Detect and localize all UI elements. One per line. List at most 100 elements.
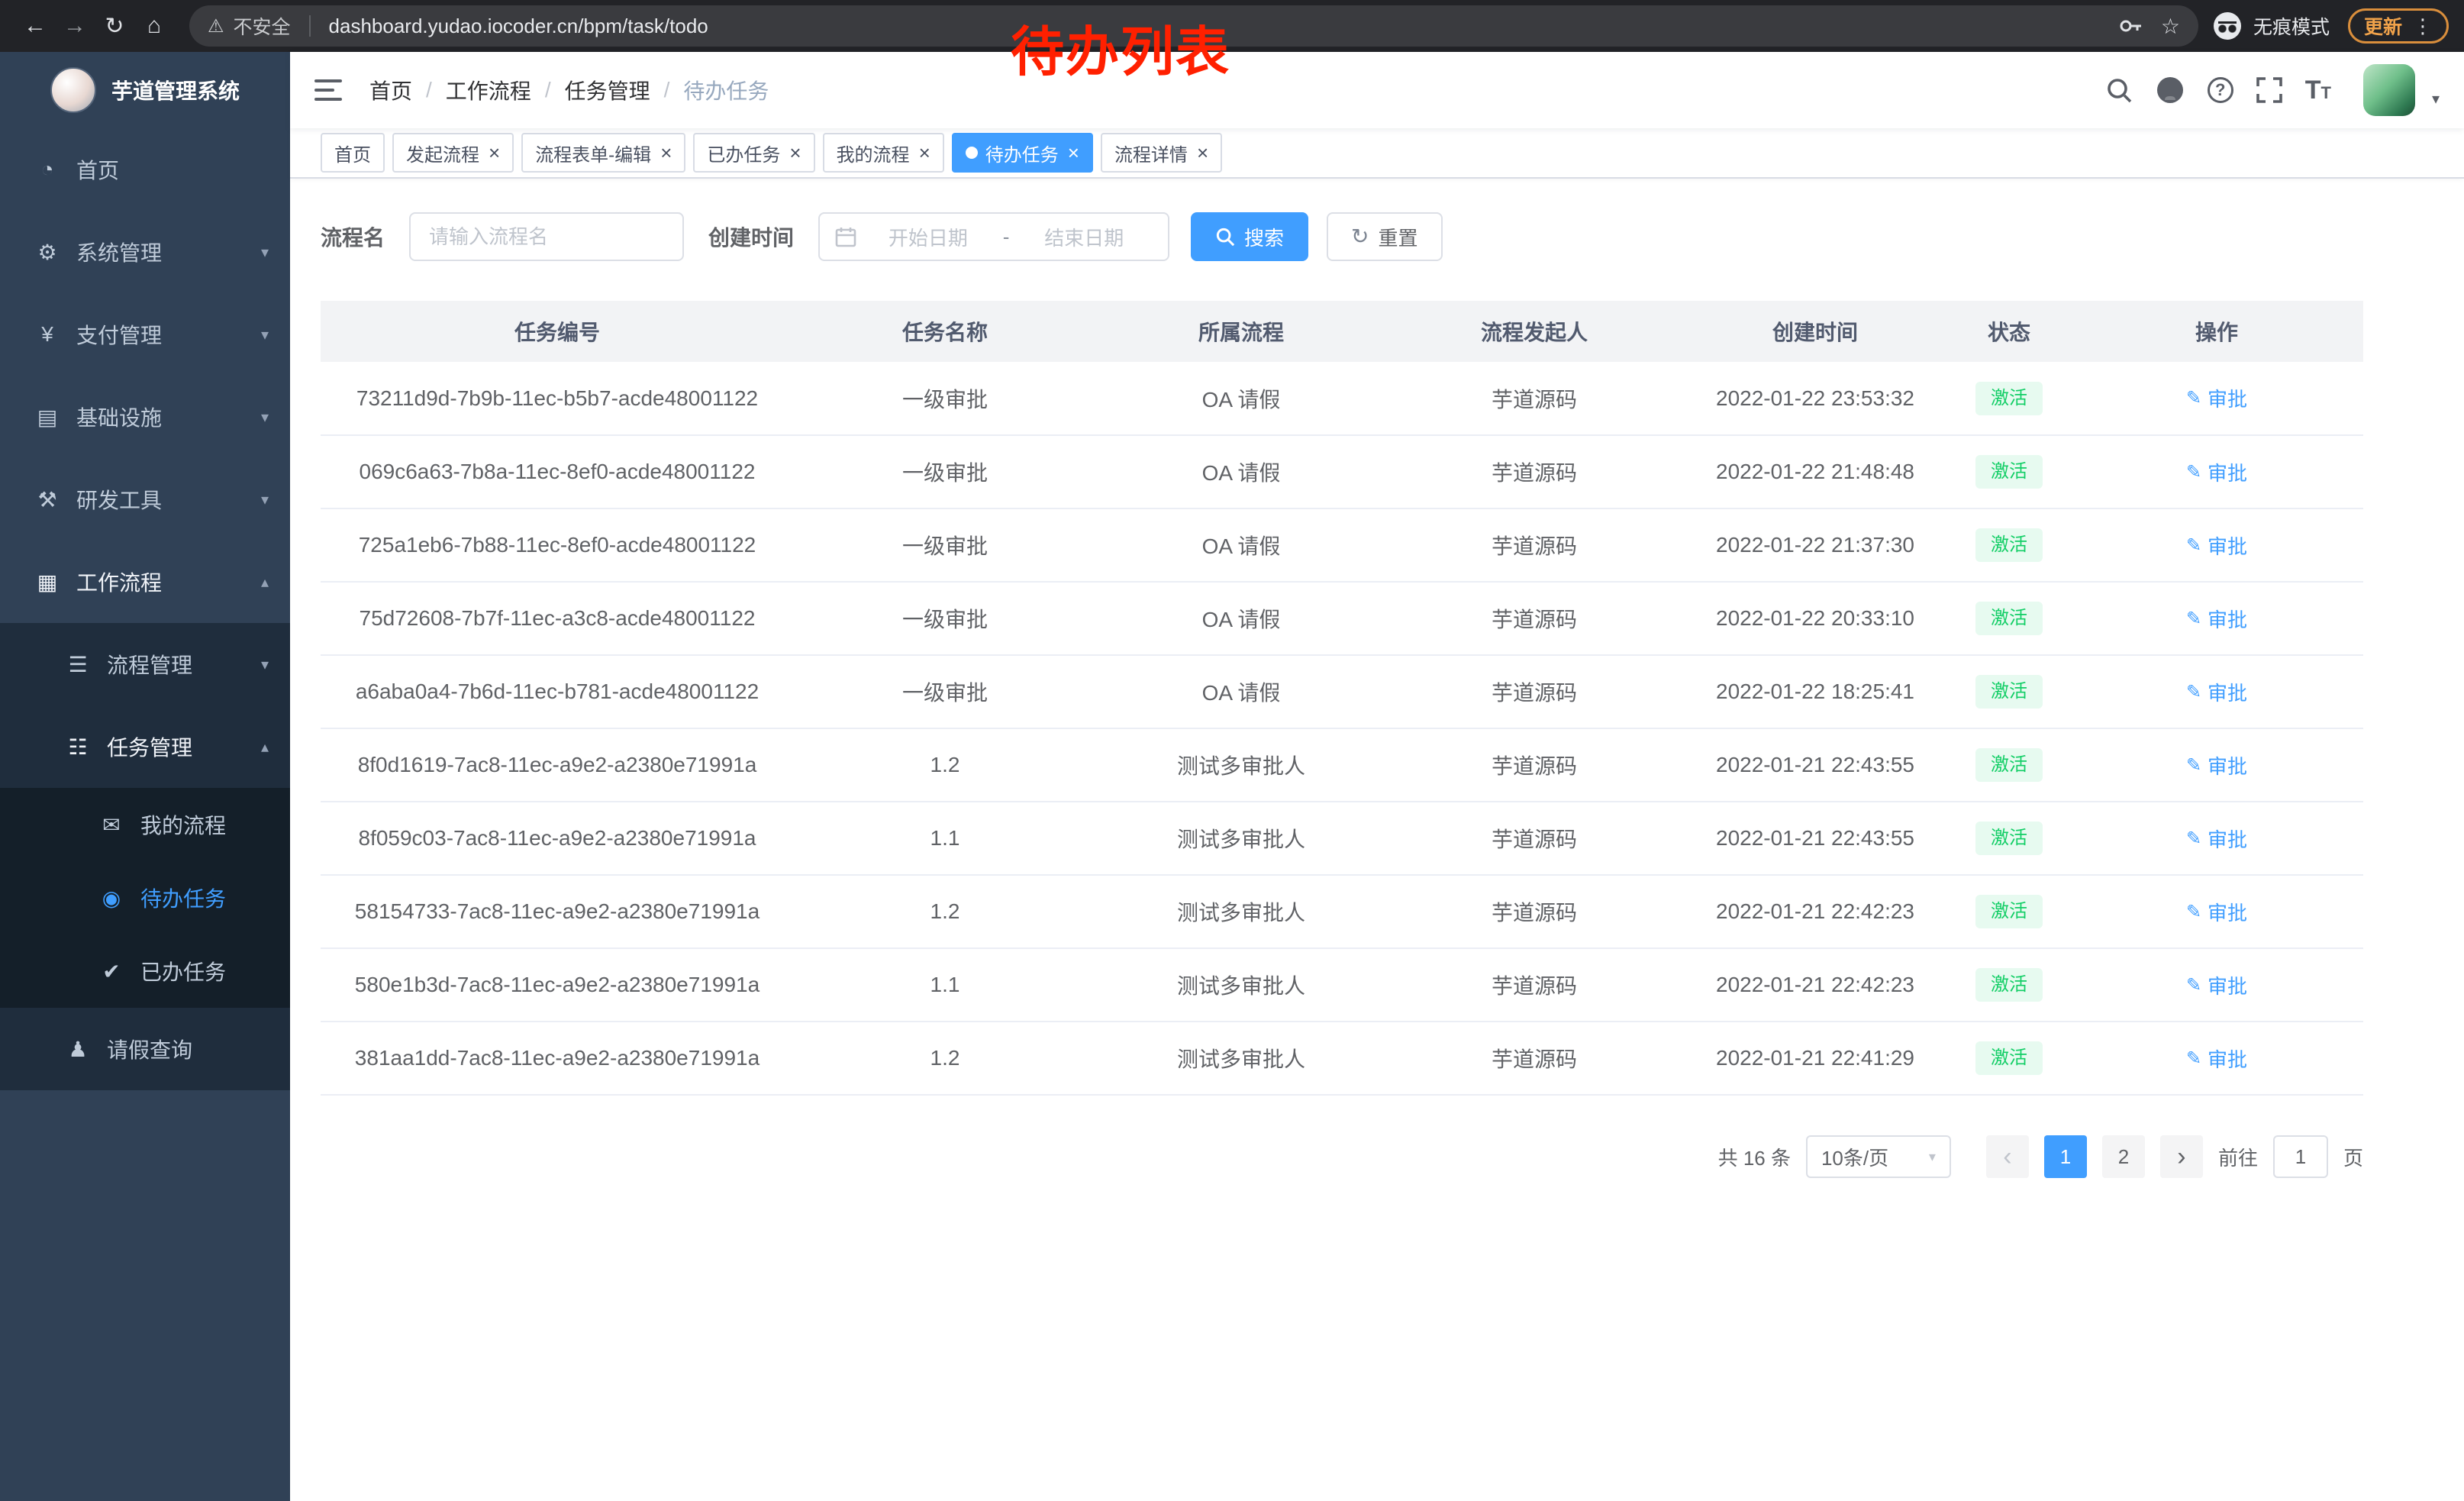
- tab-done-task[interactable]: 已办任务×: [693, 133, 814, 173]
- sidebar-item-infrastructure[interactable]: ▤基础设施▾: [0, 376, 290, 458]
- tab-todo-task[interactable]: 待办任务 ×: [952, 133, 1093, 173]
- sidebar-item-label: 待办任务: [140, 883, 226, 913]
- user-avatar[interactable]: [2363, 64, 2415, 116]
- font-size-icon[interactable]: TT: [2305, 76, 2331, 105]
- approve-link[interactable]: ✎审批: [2186, 751, 2247, 780]
- approve-link[interactable]: ✎审批: [2186, 384, 2247, 412]
- update-button[interactable]: 更新 ⋮: [2348, 8, 2449, 44]
- approve-label: 审批: [2208, 531, 2247, 560]
- sidebar-item-todo-task[interactable]: ◉待办任务: [0, 861, 290, 934]
- next-page-button[interactable]: ›: [2160, 1135, 2203, 1178]
- column-header: 状态: [1948, 301, 2070, 362]
- status-badge: 激活: [1975, 528, 2043, 562]
- cell-process: 测试多审批人: [1096, 728, 1386, 802]
- sidebar-item-label: 首页: [76, 154, 119, 185]
- approve-link[interactable]: ✎审批: [2186, 971, 2247, 999]
- address-bar[interactable]: ⚠ 不安全 dashboard.yudao.iocoder.cn/bpm/tas…: [189, 5, 2198, 47]
- page-button-2[interactable]: 2: [2102, 1135, 2145, 1178]
- incognito-badge: 无痕模式: [2214, 12, 2330, 40]
- edit-icon: ✎: [2186, 461, 2201, 483]
- cell-create-time: 2022-01-22 23:53:32: [1682, 362, 1948, 435]
- approve-link[interactable]: ✎审批: [2186, 898, 2247, 926]
- sidebar-item-workflow[interactable]: ▦工作流程▴: [0, 541, 290, 623]
- sidebar-item-dev-tools[interactable]: ⚒研发工具▾: [0, 458, 290, 541]
- status-badge: 激活: [1975, 1041, 2043, 1075]
- star-icon[interactable]: ☆: [2161, 14, 2180, 39]
- search-icon[interactable]: [2105, 76, 2133, 104]
- cell-status: 激活: [1948, 655, 2070, 728]
- github-icon[interactable]: [2156, 76, 2185, 105]
- logo[interactable]: 芋道管理系统: [0, 52, 290, 128]
- approve-link[interactable]: ✎审批: [2186, 825, 2247, 853]
- goto-page-input[interactable]: [2273, 1135, 2328, 1178]
- date-range-picker[interactable]: 开始日期 - 结束日期: [818, 212, 1169, 261]
- approve-link[interactable]: ✎审批: [2186, 458, 2247, 486]
- cell-create-time: 2022-01-21 22:43:55: [1682, 802, 1948, 875]
- breadcrumb-item[interactable]: 工作流程: [446, 75, 531, 105]
- cell-status: 激活: [1948, 435, 2070, 508]
- back-icon[interactable]: ←: [15, 6, 55, 46]
- sidebar-item-label: 系统管理: [76, 237, 162, 267]
- close-icon[interactable]: ×: [660, 143, 672, 163]
- forward-icon[interactable]: →: [55, 6, 95, 46]
- navbar-actions: ? TT ▾: [2105, 64, 2440, 116]
- key-icon[interactable]: [2118, 14, 2143, 38]
- sidebar: 芋道管理系统 ◔首页⚙系统管理▾¥支付管理▾▤基础设施▾⚒研发工具▾▦工作流程▴…: [0, 52, 290, 1501]
- close-icon[interactable]: ×: [1068, 143, 1079, 163]
- close-icon[interactable]: ×: [1197, 143, 1208, 163]
- page: ← → ↻ ⌂ ⚠ 不安全 dashboard.yudao.iocoder.cn…: [0, 0, 2464, 1501]
- cell-initiator: 芋道源码: [1386, 1022, 1682, 1095]
- more-vert-icon[interactable]: ⋮: [2413, 15, 2433, 38]
- tab-my-process[interactable]: 我的流程×: [823, 133, 944, 173]
- fullscreen-icon[interactable]: [2256, 77, 2282, 103]
- hamburger-icon[interactable]: [314, 78, 342, 102]
- prev-page-button[interactable]: ‹: [1986, 1135, 2029, 1178]
- sidebar-item-label: 我的流程: [140, 809, 226, 840]
- approve-label: 审批: [2208, 605, 2247, 633]
- breadcrumb-item[interactable]: 首页: [369, 75, 412, 105]
- tab-label: 待办任务: [985, 140, 1059, 166]
- sidebar-item-my-process[interactable]: ✉我的流程: [0, 788, 290, 861]
- cell-initiator: 芋道源码: [1386, 362, 1682, 435]
- close-icon[interactable]: ×: [489, 143, 500, 163]
- approve-link[interactable]: ✎审批: [2186, 605, 2247, 633]
- sidebar-item-done-task[interactable]: ✔已办任务: [0, 934, 290, 1008]
- cell-status: 激活: [1948, 582, 2070, 655]
- cell-task-id: 580e1b3d-7ac8-11ec-a9e2-a2380e71991a: [321, 948, 794, 1022]
- sidebar-item-system-management[interactable]: ⚙系统管理▾: [0, 211, 290, 293]
- browser-chrome: ← → ↻ ⌂ ⚠ 不安全 dashboard.yudao.iocoder.cn…: [0, 0, 2464, 52]
- home-icon[interactable]: ⌂: [134, 6, 174, 46]
- column-header: 操作: [2070, 301, 2363, 362]
- tab-home[interactable]: 首页: [321, 133, 385, 173]
- close-icon[interactable]: ×: [789, 143, 801, 163]
- help-icon[interactable]: ?: [2208, 77, 2233, 103]
- task-table: 任务编号任务名称所属流程流程发起人创建时间状态操作 73211d9d-7b9b-…: [321, 301, 2363, 1096]
- cell-task-id: 75d72608-7b7f-11ec-a3c8-acde48001122: [321, 582, 794, 655]
- cell-create-time: 2022-01-22 18:25:41: [1682, 655, 1948, 728]
- sidebar-item-leave-query[interactable]: ♟请假查询: [0, 1008, 290, 1090]
- sidebar-item-task-management[interactable]: ☷任务管理▴: [0, 705, 290, 788]
- logo-avatar: [50, 67, 96, 113]
- check-icon: ✔: [95, 959, 128, 984]
- sidebar-item-home[interactable]: ◔首页: [0, 128, 290, 211]
- tab-launch-process[interactable]: 发起流程×: [392, 133, 514, 173]
- tab-process-detail[interactable]: 流程详情×: [1101, 133, 1222, 173]
- page-size-select[interactable]: 10条/页 ▾: [1806, 1135, 1951, 1178]
- approve-link[interactable]: ✎审批: [2186, 1044, 2247, 1073]
- close-icon[interactable]: ×: [919, 143, 930, 163]
- process-name-input[interactable]: [409, 212, 684, 261]
- tab-form-edit[interactable]: 流程表单-编辑×: [521, 133, 685, 173]
- approve-link[interactable]: ✎审批: [2186, 531, 2247, 560]
- sidebar-item-process-management[interactable]: ☰流程管理▾: [0, 623, 290, 705]
- approve-label: 审批: [2208, 898, 2247, 926]
- approve-link[interactable]: ✎审批: [2186, 678, 2247, 706]
- sidebar-item-payment-management[interactable]: ¥支付管理▾: [0, 293, 290, 376]
- cell-process: 测试多审批人: [1096, 1022, 1386, 1095]
- reset-button[interactable]: ↻ 重置: [1327, 212, 1442, 261]
- refresh-icon: ↻: [1351, 226, 1369, 247]
- column-header: 流程发起人: [1386, 301, 1682, 362]
- search-button[interactable]: 搜索: [1191, 212, 1308, 261]
- refresh-icon[interactable]: ↻: [95, 6, 134, 46]
- page-button-1[interactable]: 1: [2044, 1135, 2087, 1178]
- breadcrumb-item[interactable]: 任务管理: [565, 75, 650, 105]
